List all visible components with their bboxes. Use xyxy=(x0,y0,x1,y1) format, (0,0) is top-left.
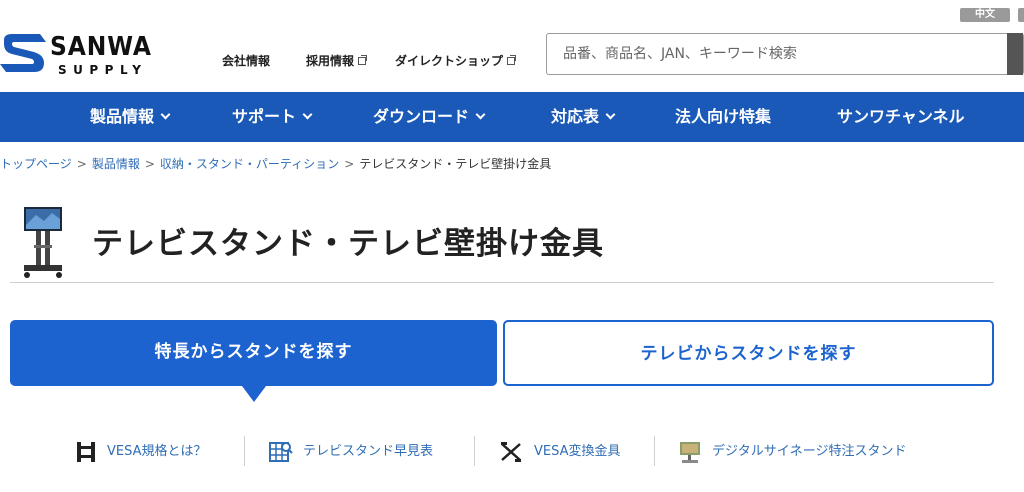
breadcrumb-separator: > xyxy=(76,157,87,171)
lang-other-button[interactable] xyxy=(1018,8,1024,22)
search-box xyxy=(546,33,1024,75)
adapter-plate-icon xyxy=(501,442,521,462)
vesa-standard-link[interactable]: VESA規格とは？ xyxy=(76,438,236,466)
nav-corporate-label: 法人向け特集 xyxy=(675,107,772,126)
nav-download[interactable]: ダウンロード xyxy=(373,92,486,142)
tab-search-by-feature-label: 特長からスタンドを探す xyxy=(154,342,353,362)
nav-compatibility-label: 対応表 xyxy=(551,107,600,126)
company-info-label: 会社情報 xyxy=(222,54,271,68)
logo-supply-text: SUPPLY xyxy=(58,63,148,77)
nav-compatibility[interactable]: 対応表 xyxy=(551,92,616,142)
nav-sanwa-channel-label: サンワチャンネル xyxy=(837,107,965,126)
global-nav: 製品情報 サポート ダウンロード 対応表 法人向け特集 サンワチャンネル xyxy=(0,92,1024,142)
company-info-link[interactable]: 会社情報 xyxy=(222,52,270,69)
vesa-standard-label: VESA規格とは？ xyxy=(107,444,207,459)
page-title: テレビスタンド・テレビ壁掛け金具 xyxy=(92,226,604,262)
tab-search-by-tv-label: テレビからスタンドを探す xyxy=(640,344,857,364)
logo-wordmark: SANWA xyxy=(50,32,152,62)
chevron-down-icon xyxy=(475,109,486,120)
digital-signage-stand-label: デジタルサイネージ特注スタンド xyxy=(712,444,907,459)
breadcrumb-current: テレビスタンド・テレビ壁掛け金具 xyxy=(359,157,552,171)
vesa-bracket-icon xyxy=(77,442,95,462)
tv-stand-chart-label: テレビスタンド早見表 xyxy=(303,444,434,459)
tv-stand-icon xyxy=(24,207,62,278)
nav-download-label: ダウンロード xyxy=(373,107,470,126)
divider xyxy=(474,436,475,466)
divider xyxy=(654,436,655,466)
breadcrumb-separator: > xyxy=(344,157,355,171)
external-link-icon xyxy=(358,55,368,65)
vesa-adapter-label: VESA変換金具 xyxy=(534,444,621,459)
divider xyxy=(244,436,245,466)
breadcrumb-products[interactable]: 製品情報 xyxy=(92,157,140,171)
breadcrumb: トップページ > 製品情報 > 収納・スタンド・パーティション > テレビスタンド・テレビ壁… xyxy=(0,155,551,172)
tab-search-by-feature[interactable]: 特長からスタンドを探す xyxy=(10,320,497,402)
nav-support-label: サポート xyxy=(232,107,297,126)
external-link-icon xyxy=(507,55,517,65)
title-divider xyxy=(10,282,994,283)
breadcrumb-storage[interactable]: 収納・スタンド・パーティション xyxy=(160,157,339,171)
chevron-down-icon xyxy=(605,109,616,120)
direct-shop-label: ダイレクトショップ xyxy=(395,54,504,68)
digital-signage-stand-link[interactable]: デジタルサイネージ特注スタンド xyxy=(678,438,948,466)
chevron-down-icon xyxy=(160,109,171,120)
chevron-down-icon xyxy=(302,109,313,120)
recruit-info-label: 採用情報 xyxy=(306,54,355,68)
tab-search-by-tv[interactable]: テレビからスタンドを探す xyxy=(503,320,994,386)
active-tab-pointer xyxy=(242,386,266,402)
vesa-adapter-link[interactable]: VESA変換金具 xyxy=(500,438,640,466)
recruit-info-link[interactable]: 採用情報 xyxy=(306,52,368,69)
signage-stand-icon xyxy=(680,442,700,463)
breadcrumb-separator: > xyxy=(144,157,155,171)
sanwa-s-mark-icon xyxy=(0,34,46,72)
tv-stand-chart-link[interactable]: テレビスタンド早見表 xyxy=(269,438,459,466)
direct-shop-link[interactable]: ダイレクトショップ xyxy=(395,52,517,69)
breadcrumb-top[interactable]: トップページ xyxy=(0,157,72,171)
lang-chinese-button[interactable]: 中文 xyxy=(960,8,1010,22)
table-search-icon xyxy=(269,442,293,462)
nav-sanwa-channel[interactable]: サンワチャンネル xyxy=(837,92,965,142)
nav-support[interactable]: サポート xyxy=(232,92,313,142)
nav-products[interactable]: 製品情報 xyxy=(90,92,171,142)
nav-products-label: 製品情報 xyxy=(90,107,155,126)
search-input[interactable] xyxy=(547,34,997,74)
nav-corporate[interactable]: 法人向け特集 xyxy=(675,92,771,142)
sanwa-logo[interactable]: SANWA SUPPLY xyxy=(0,30,160,80)
search-button[interactable] xyxy=(1007,33,1023,75)
